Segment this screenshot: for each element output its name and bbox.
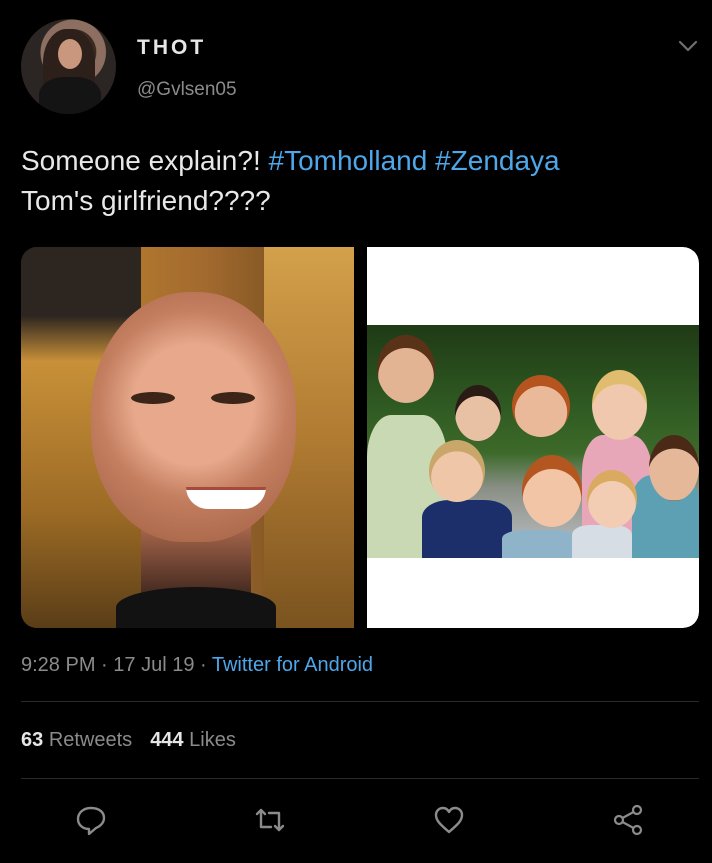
hashtag-zendaya[interactable]: #Zendaya — [435, 145, 560, 176]
kid-head — [377, 335, 435, 403]
tweet-text-line-2: Tom's girlfriend???? — [21, 185, 271, 216]
heart-icon[interactable] — [429, 800, 469, 840]
tweet-text-space — [427, 145, 435, 176]
tweet-stats: 63 Retweets 444 Likes — [21, 729, 236, 752]
tweet-text-part: Someone explain?! — [21, 145, 269, 176]
avatar[interactable] — [21, 19, 116, 114]
share-icon[interactable] — [608, 800, 648, 840]
tweet-date: 17 Jul 19 — [113, 654, 195, 676]
tweet-time: 9:28 PM — [21, 654, 96, 676]
image-eye-left — [131, 392, 175, 404]
retweets-label: Retweets — [48, 729, 133, 751]
kid-head — [512, 375, 570, 437]
kid-head — [429, 440, 485, 502]
image-smile — [186, 487, 266, 509]
meta-separator: · — [194, 654, 212, 676]
kid-head — [587, 470, 637, 528]
user-handle[interactable]: @Gvlsen05 — [137, 79, 237, 101]
media-image-left[interactable] — [21, 247, 354, 628]
avatar-body — [39, 77, 101, 114]
likes-label: Likes — [189, 729, 236, 751]
likes-stat[interactable]: 444 Likes — [150, 729, 236, 751]
group-photo — [367, 325, 699, 558]
retweets-stat[interactable]: 63 Retweets — [21, 729, 132, 751]
tweet-timestamp: 9:28 PM · 17 Jul 19 · Twitter for Androi… — [21, 654, 373, 677]
tweet-media — [21, 247, 699, 628]
avatar-face — [58, 39, 82, 69]
chevron-down-icon[interactable] — [678, 36, 698, 56]
tweet-actions — [0, 800, 712, 845]
retweet-icon[interactable] — [250, 800, 290, 840]
hashtag-tomholland[interactable]: #Tomholland — [269, 145, 428, 176]
tweet-source-link[interactable]: Twitter for Android — [212, 654, 373, 676]
kid-shirt — [572, 525, 632, 558]
image-face — [91, 292, 296, 542]
kid-head — [592, 370, 647, 440]
kid-shirt — [422, 500, 512, 558]
kid-shirt — [502, 530, 577, 558]
kid-head — [649, 435, 699, 501]
image-shirt — [116, 587, 276, 628]
reply-icon[interactable] — [71, 800, 111, 840]
kid-head — [522, 455, 582, 527]
image-eye-right — [211, 392, 255, 404]
tweet-text: Someone explain?! #Tomholland #Zendaya T… — [21, 141, 691, 221]
likes-count: 444 — [150, 729, 184, 751]
media-image-right[interactable] — [367, 247, 699, 628]
retweets-count: 63 — [21, 729, 44, 751]
kid-head — [455, 385, 501, 441]
meta-separator: · — [95, 654, 114, 676]
divider — [21, 778, 699, 779]
divider — [21, 701, 699, 702]
display-name[interactable]: THOT — [137, 36, 206, 60]
